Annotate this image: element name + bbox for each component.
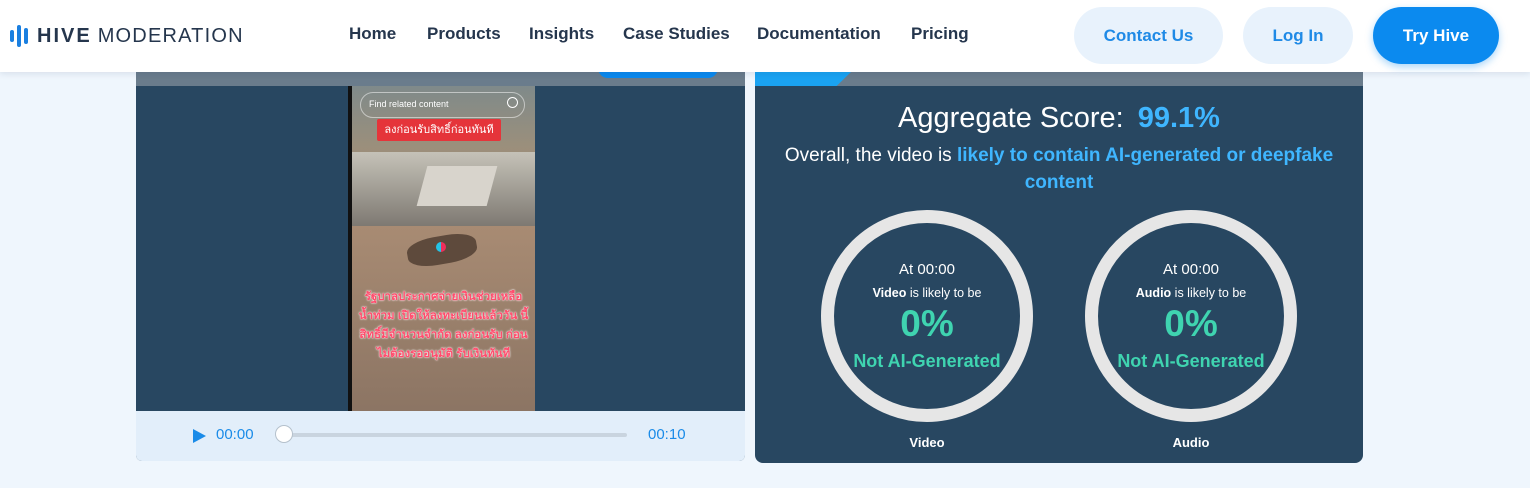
video-gauge-verdict: Not AI-Generated xyxy=(853,351,1001,371)
nav-pricing[interactable]: Pricing xyxy=(911,24,969,44)
detection-results-panel: Aggregate Score: 99.1% Overall, the video… xyxy=(755,72,1363,463)
video-score-gauge: At 00:00 Video is likely to be 0% Not AI… xyxy=(821,210,1033,422)
video-frame[interactable]: Find related content ลงก่อนรับสิทธิ์ก่อน… xyxy=(348,86,535,411)
video-gauge-caption: Video xyxy=(909,435,945,450)
results-active-tab-marker xyxy=(755,72,851,86)
video-overlay-caption: รัฐบาลประกาศจ่ายเงินช่วยเหลือ น้ำท่วม เป… xyxy=(358,291,529,360)
nav-documentation[interactable]: Documentation xyxy=(757,24,881,44)
nav-case-studies[interactable]: Case Studies xyxy=(623,24,730,44)
video-gauge-statement: Video is likely to be xyxy=(872,286,982,300)
aggregate-score-label: Aggregate Score: xyxy=(898,102,1124,134)
total-duration: 00:10 xyxy=(648,426,686,443)
audio-score-gauge: At 00:00 Audio is likely to be 0% Not AI… xyxy=(1085,210,1297,422)
logo-wordmark: HIVE MODERATION xyxy=(37,24,244,47)
seek-handle[interactable] xyxy=(275,425,293,443)
nav-home[interactable]: Home xyxy=(349,24,396,44)
nav-insights[interactable]: Insights xyxy=(529,24,594,44)
upload-tab-edge[interactable] xyxy=(598,72,718,78)
audio-gauge-verdict: Not AI-Generated xyxy=(1117,351,1265,371)
audio-gauge-caption: Audio xyxy=(1172,435,1210,450)
video-overlay-search-text: Find related content xyxy=(369,99,449,109)
video-overlay-banner: ลงก่อนรับสิทธิ์ก่อนทันที xyxy=(377,119,501,141)
video-gauge-percent: 0% xyxy=(900,303,954,344)
nav-products[interactable]: Products xyxy=(427,24,501,44)
overall-verdict-highlight: likely to contain AI-generated or deepfa… xyxy=(956,145,1334,193)
play-icon[interactable] xyxy=(193,429,206,443)
audio-gauge-timestamp: At 00:00 xyxy=(1163,261,1219,278)
contact-us-button[interactable]: Contact Us xyxy=(1074,7,1223,64)
try-hive-button[interactable]: Try Hive xyxy=(1373,7,1499,64)
search-icon xyxy=(507,97,518,108)
overall-verdict-prefix: Overall, the video is xyxy=(784,145,952,166)
log-in-button[interactable]: Log In xyxy=(1243,7,1353,64)
hive-logo-icon xyxy=(10,25,28,47)
current-time: 00:00 xyxy=(216,426,254,443)
seek-bar[interactable] xyxy=(284,433,627,437)
video-preview-panel: Find related content ลงก่อนรับสิทธิ์ก่อน… xyxy=(136,72,745,461)
hive-moderation-logo[interactable]: HIVE MODERATION xyxy=(10,22,244,50)
video-player-controls: 00:00 00:10 xyxy=(136,411,745,461)
video-overlay-search: Find related content xyxy=(360,92,525,118)
video-gauge-timestamp: At 00:00 xyxy=(899,261,955,278)
overall-verdict: Overall, the video is likely to contain … xyxy=(775,142,1343,196)
audio-gauge-percent: 0% xyxy=(1164,303,1218,344)
aggregate-score-value: 99.1% xyxy=(1137,102,1220,134)
top-navbar: HIVE MODERATION Home Products Insights Ca… xyxy=(0,0,1530,72)
video-scene-roof xyxy=(416,166,498,206)
tiktok-cursor-icon xyxy=(436,242,446,252)
aggregate-score: Aggregate Score: 99.1% xyxy=(755,102,1363,135)
audio-gauge-statement: Audio is likely to be xyxy=(1135,286,1247,300)
